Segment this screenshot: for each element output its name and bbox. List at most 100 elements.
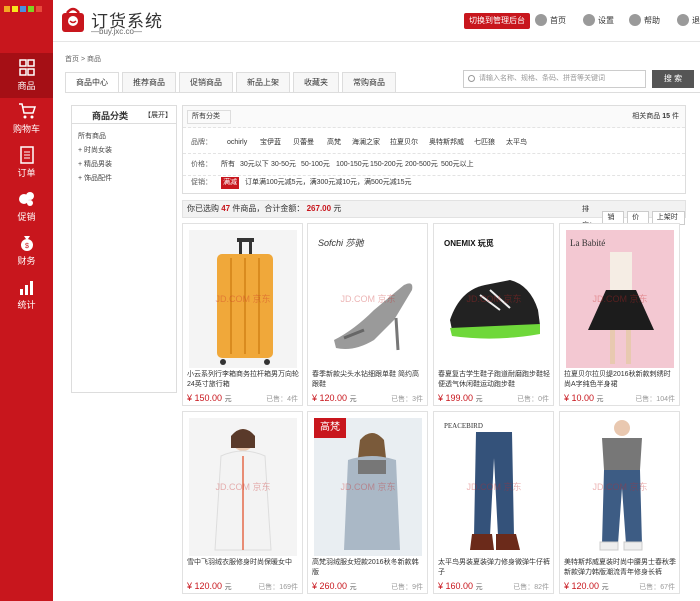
home-link[interactable]: 首页 xyxy=(535,14,566,26)
product-image[interactable]: JD.COM 京东 xyxy=(566,418,674,556)
product-image[interactable]: PEACEBIRD JD.COM 京东 xyxy=(440,418,548,556)
tab-favorites[interactable]: 收藏夹 xyxy=(293,72,339,93)
product-image[interactable]: 高梵 JD.COM 京东 xyxy=(314,418,422,556)
product-price: ¥ 120.00 元 xyxy=(312,393,357,403)
promo-icon xyxy=(18,192,34,206)
product-card[interactable]: Sofchi 莎驰 JD.COM 京东 春季新款尖头水钻细跟单鞋 简约高跟鞋 ¥… xyxy=(307,223,428,406)
app-subtitle: —buy.jxc.co— xyxy=(91,27,142,36)
logout-link[interactable]: 退 xyxy=(677,14,700,26)
svg-text:$: $ xyxy=(25,243,29,250)
sidebar-item-statistics[interactable]: 统计 xyxy=(0,272,53,317)
product-card[interactable]: 高梵 JD.COM 京东 高梵羽绒服女短款2016秋冬新款韩版 ¥ 260.00… xyxy=(307,411,428,594)
tab-divider xyxy=(65,92,700,93)
promo-tag: 满减 xyxy=(221,177,239,189)
product-name[interactable]: 春夏复古学生鞋子跑道耐磨跑步鞋轻便透气休闲鞋运动跑步鞋 xyxy=(438,370,551,390)
shopping-bag-logo-icon xyxy=(62,7,84,32)
search-button[interactable]: 搜 索 xyxy=(652,70,694,88)
breadcrumb-home[interactable]: 首页 xyxy=(65,56,79,63)
category-expand-button[interactable]: 【展开】 xyxy=(144,110,172,120)
product-image[interactable]: Sofchi 莎驰 JD.COM 京东 xyxy=(314,230,422,368)
filter-row-category: 所有分类 相关商品 15 件 xyxy=(183,106,685,128)
sidebar-item-label: 促销 xyxy=(17,212,36,222)
sidebar-item-label: 财务 xyxy=(17,256,36,266)
sidebar-item-products[interactable]: 商品 xyxy=(0,53,53,98)
cart-summary-bar: 你已选购 47 件商品，合计金额： 267.00 元 排序： 销量 价格 上架时… xyxy=(182,200,686,233)
sidebar-item-label: 订单 xyxy=(17,168,36,178)
sidebar-item-finance[interactable]: $ 财务 xyxy=(0,228,53,273)
product-price: ¥ 199.00 元 xyxy=(438,393,483,403)
category-header: 商品分类 【展开】 xyxy=(72,106,176,124)
product-name[interactable]: 春季新款尖头水钻细跟单鞋 简约高跟鞋 xyxy=(312,370,425,390)
product-card[interactable]: JD.COM 京东 美特斯邦威夏装时尚中腰男士春秋季新款弹力韩版潮流青年修身长裤… xyxy=(559,411,680,594)
product-image[interactable]: JD.COM 京东 xyxy=(189,230,297,368)
product-image[interactable]: JD.COM 京东 xyxy=(189,418,297,556)
filter-panel: 所有分类 相关商品 15 件 品牌： ochirly 宝伊蓝 贝蕾曼 高梵 海澜… xyxy=(182,105,686,194)
brand-option[interactable]: 太平鸟 xyxy=(506,132,527,154)
cart-summary-text: 你已选购 47 件商品，合计金额： 267.00 元 xyxy=(187,204,342,213)
tab-frequent[interactable]: 常购商品 xyxy=(342,72,396,93)
product-card[interactable]: JD.COM 京东 小云系列行李箱商务拉杆箱男万向轮24英寸旅行箱 ¥ 150.… xyxy=(182,223,303,406)
product-name[interactable]: 雪中飞羽绒衣服修身时尚保暖女中 xyxy=(187,558,300,578)
cart-icon xyxy=(18,103,36,119)
top-header: 订货系统 —buy.jxc.co— 切换到管理后台 首页 设置 帮助 退 xyxy=(53,0,700,42)
brand-option[interactable]: 奥特斯邦威 xyxy=(429,132,464,154)
sidebar-item-cart[interactable]: 购物车 xyxy=(0,96,53,141)
product-card[interactable]: PEACEBIRD JD.COM 京东 太平鸟男装夏装弹力修身微弹牛仔裤子 ¥ … xyxy=(433,411,554,594)
product-name[interactable]: 高梵羽绒服女短款2016秋冬新款韩版 xyxy=(312,558,425,578)
product-sold: 已售：4件 xyxy=(266,396,298,403)
tab-new-arrivals[interactable]: 新品上架 xyxy=(236,72,290,93)
color-dots xyxy=(4,6,42,12)
sidebar-item-promotions[interactable]: 促销 xyxy=(0,184,53,229)
brand-option[interactable]: 宝伊蓝 xyxy=(260,132,281,154)
filter-row-promo: 促销： 满减 订单满100元减5元，满300元减10元，满500元减15元 xyxy=(183,172,685,194)
search-input[interactable]: 请输入名称、规格、条码、拼音等关键词 xyxy=(463,70,646,88)
sidebar-item-label: 统计 xyxy=(17,300,36,310)
settings-link[interactable]: 设置 xyxy=(583,14,614,26)
bar-chart-icon xyxy=(19,281,33,295)
product-sold: 已售：0件 xyxy=(517,396,549,403)
grid-icon xyxy=(18,59,35,76)
brand-option[interactable]: 拉夏贝尔 xyxy=(390,132,418,154)
product-name[interactable]: 美特斯邦威夏装时尚中腰男士春秋季新款弹力韩版潮流青年修身长裤 xyxy=(564,558,677,578)
tab-product-center[interactable]: 商品中心 xyxy=(65,72,119,93)
sidebar-item-label: 购物车 xyxy=(12,124,40,134)
product-card[interactable]: La Babité JD.COM 京东 拉夏贝尔拉贝缇2016秋新款刺绣时尚A字… xyxy=(559,223,680,406)
sidebar-item-label: 商品 xyxy=(17,81,36,91)
category-item-women[interactable]: + 时尚女装 xyxy=(78,144,176,158)
product-price: ¥ 120.00 元 xyxy=(187,581,232,591)
product-name[interactable]: 拉夏贝尔拉贝缇2016秋新款刺绣时尚A字纯色半身裙 xyxy=(564,370,677,390)
logout-icon xyxy=(677,14,689,26)
tab-recommended[interactable]: 推荐商品 xyxy=(122,72,176,93)
breadcrumb: 首页 > 商品 xyxy=(65,56,101,63)
filter-row-brand: 品牌： ochirly 宝伊蓝 贝蕾曼 高梵 海澜之家 拉夏贝尔 奥特斯邦威 七… xyxy=(183,132,685,154)
product-name[interactable]: 小云系列行李箱商务拉杆箱男万向轮24英寸旅行箱 xyxy=(187,370,300,390)
brand-option[interactable]: ochirly xyxy=(227,132,247,154)
brand-option[interactable]: 贝蕾曼 xyxy=(293,132,314,154)
category-panel: 商品分类 【展开】 所有商品 + 时尚女装 + 精品男装 + 饰品配件 xyxy=(71,105,177,393)
product-name[interactable]: 太平鸟男装夏装弹力修身微弹牛仔裤子 xyxy=(438,558,551,578)
brand-option[interactable]: 七匹狼 xyxy=(474,132,495,154)
product-image[interactable]: ONEMIX 玩觅 JD.COM 京东 xyxy=(440,230,548,368)
product-sold: 已售：169件 xyxy=(258,584,298,591)
product-sold: 已售：82件 xyxy=(513,584,549,591)
related-count: 相关商品 15 件 xyxy=(632,113,679,120)
category-item-accessories[interactable]: + 饰品配件 xyxy=(78,172,176,186)
brand-option[interactable]: 海澜之家 xyxy=(352,132,380,154)
product-card[interactable]: ONEMIX 玩觅 JD.COM 京东 春夏复古学生鞋子跑道耐磨跑步鞋轻便透气休… xyxy=(433,223,554,406)
tab-promotions[interactable]: 促销商品 xyxy=(179,72,233,93)
category-item-all[interactable]: 所有商品 xyxy=(78,130,176,144)
product-sold: 已售：3件 xyxy=(391,396,423,403)
product-price: ¥ 120.00 元 xyxy=(564,581,609,591)
search-icon xyxy=(468,75,475,82)
product-image[interactable]: La Babité JD.COM 京东 xyxy=(566,230,674,368)
all-category-button[interactable]: 所有分类 xyxy=(187,110,231,124)
order-icon xyxy=(19,146,34,164)
switch-admin-button[interactable]: 切换到管理后台 xyxy=(464,13,530,29)
promo-text[interactable]: 订单满100元减5元，满300元减10元，满500元减15元 xyxy=(245,172,412,194)
sidebar-item-orders[interactable]: 订单 xyxy=(0,140,53,185)
category-item-men[interactable]: + 精品男装 xyxy=(78,158,176,172)
product-card[interactable]: JD.COM 京东 雪中飞羽绒衣服修身时尚保暖女中 ¥ 120.00 元 已售：… xyxy=(182,411,303,594)
brand-option[interactable]: 高梵 xyxy=(327,132,341,154)
product-price: ¥ 10.00 元 xyxy=(564,393,604,403)
help-link[interactable]: 帮助 xyxy=(629,14,660,26)
